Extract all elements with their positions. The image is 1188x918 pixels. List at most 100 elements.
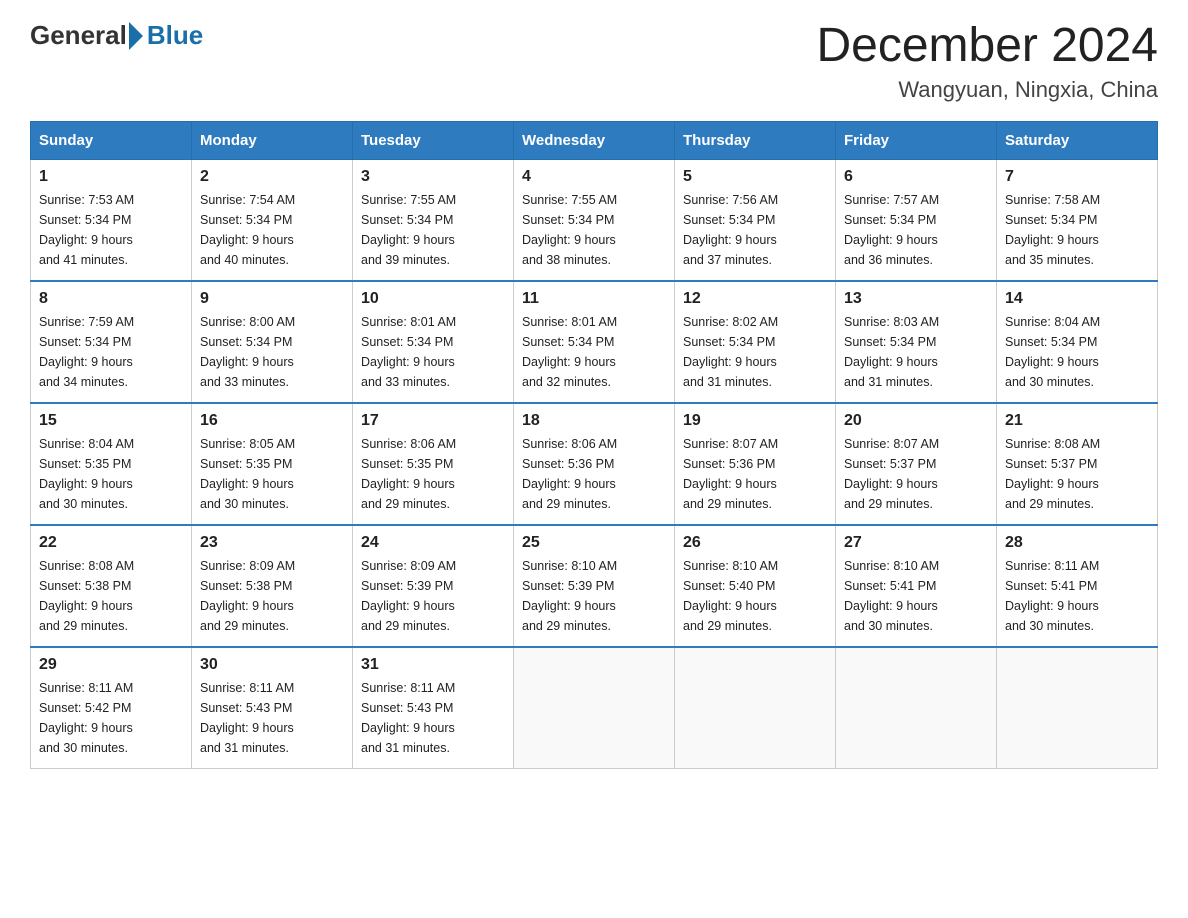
column-header-thursday: Thursday (675, 121, 836, 159)
calendar-cell: 11Sunrise: 8:01 AMSunset: 5:34 PMDayligh… (514, 281, 675, 403)
logo: General Blue (30, 20, 203, 51)
day-number: 13 (844, 290, 988, 308)
column-header-friday: Friday (836, 121, 997, 159)
calendar-cell (836, 647, 997, 769)
day-number: 4 (522, 168, 666, 186)
day-info: Sunrise: 8:10 AMSunset: 5:40 PMDaylight:… (683, 556, 827, 636)
calendar-subtitle: Wangyuan, Ningxia, China (816, 77, 1158, 103)
calendar-cell: 29 Sunrise: 8:11 AMSunset: 5:42 PMDayligh… (31, 647, 192, 769)
logo-general-text: General (30, 20, 127, 51)
day-number: 1 (39, 168, 183, 186)
day-number: 8 (39, 290, 183, 308)
day-info: Sunrise: 8:07 AMSunset: 5:37 PMDaylight:… (844, 434, 988, 514)
calendar-cell: 3 Sunrise: 7:55 AMSunset: 5:34 PMDaylight… (353, 159, 514, 281)
day-info: Sunrise: 8:11 AMSunset: 5:42 PMDaylight:… (39, 678, 183, 758)
day-info: Sunrise: 8:04 AMSunset: 5:35 PMDaylight:… (39, 434, 183, 514)
day-number: 2 (200, 168, 344, 186)
day-info: Sunrise: 8:03 AMSunset: 5:34 PMDaylight:… (844, 312, 988, 392)
day-number: 31 (361, 656, 505, 674)
day-info: Sunrise: 8:11 AMSunset: 5:41 PMDaylight:… (1005, 556, 1149, 636)
calendar-week-row: 1Sunrise: 7:53 AMSunset: 5:34 PMDaylight… (31, 159, 1158, 281)
day-number: 18 (522, 412, 666, 430)
calendar-week-row: 15 Sunrise: 8:04 AMSunset: 5:35 PMDayligh… (31, 403, 1158, 525)
column-header-tuesday: Tuesday (353, 121, 514, 159)
day-number: 19 (683, 412, 827, 430)
calendar-cell: 7Sunrise: 7:58 AMSunset: 5:34 PMDaylight… (997, 159, 1158, 281)
calendar-cell: 9 Sunrise: 8:00 AMSunset: 5:34 PMDaylight… (192, 281, 353, 403)
day-info: Sunrise: 7:57 AMSunset: 5:34 PMDaylight:… (844, 190, 988, 270)
calendar-cell (675, 647, 836, 769)
calendar-cell: 1Sunrise: 7:53 AMSunset: 5:34 PMDaylight… (31, 159, 192, 281)
calendar-cell: 2 Sunrise: 7:54 AMSunset: 5:34 PMDaylight… (192, 159, 353, 281)
day-number: 23 (200, 534, 344, 552)
calendar-week-row: 29 Sunrise: 8:11 AMSunset: 5:42 PMDayligh… (31, 647, 1158, 769)
calendar-table: SundayMondayTuesdayWednesdayThursdayFrid… (30, 121, 1158, 769)
column-header-sunday: Sunday (31, 121, 192, 159)
calendar-cell: 6 Sunrise: 7:57 AMSunset: 5:34 PMDaylight… (836, 159, 997, 281)
page-header: General Blue December 2024 Wangyuan, Nin… (30, 20, 1158, 103)
day-info: Sunrise: 8:11 AMSunset: 5:43 PMDaylight:… (361, 678, 505, 758)
day-number: 3 (361, 168, 505, 186)
calendar-cell: 23 Sunrise: 8:09 AMSunset: 5:38 PMDayligh… (192, 525, 353, 647)
day-info: Sunrise: 7:55 AMSunset: 5:34 PMDaylight:… (361, 190, 505, 270)
day-number: 6 (844, 168, 988, 186)
calendar-week-row: 8 Sunrise: 7:59 AMSunset: 5:34 PMDaylight… (31, 281, 1158, 403)
calendar-cell: 8 Sunrise: 7:59 AMSunset: 5:34 PMDaylight… (31, 281, 192, 403)
day-number: 14 (1005, 290, 1149, 308)
day-number: 16 (200, 412, 344, 430)
day-number: 30 (200, 656, 344, 674)
day-info: Sunrise: 8:09 AMSunset: 5:38 PMDaylight:… (200, 556, 344, 636)
day-number: 21 (1005, 412, 1149, 430)
calendar-title: December 2024 (816, 20, 1158, 73)
title-section: December 2024 Wangyuan, Ningxia, China (816, 20, 1158, 103)
day-number: 9 (200, 290, 344, 308)
day-number: 25 (522, 534, 666, 552)
calendar-week-row: 22 Sunrise: 8:08 AMSunset: 5:38 PMDayligh… (31, 525, 1158, 647)
day-info: Sunrise: 8:05 AMSunset: 5:35 PMDaylight:… (200, 434, 344, 514)
day-info: Sunrise: 8:08 AMSunset: 5:38 PMDaylight:… (39, 556, 183, 636)
day-info: Sunrise: 7:58 AMSunset: 5:34 PMDaylight:… (1005, 190, 1149, 270)
day-info: Sunrise: 8:10 AMSunset: 5:41 PMDaylight:… (844, 556, 988, 636)
day-number: 12 (683, 290, 827, 308)
day-info: Sunrise: 8:07 AMSunset: 5:36 PMDaylight:… (683, 434, 827, 514)
day-info: Sunrise: 8:06 AMSunset: 5:35 PMDaylight:… (361, 434, 505, 514)
calendar-cell: 31 Sunrise: 8:11 AMSunset: 5:43 PMDayligh… (353, 647, 514, 769)
day-info: Sunrise: 8:02 AMSunset: 5:34 PMDaylight:… (683, 312, 827, 392)
calendar-cell: 12 Sunrise: 8:02 AMSunset: 5:34 PMDayligh… (675, 281, 836, 403)
calendar-cell: 24 Sunrise: 8:09 AMSunset: 5:39 PMDayligh… (353, 525, 514, 647)
day-number: 24 (361, 534, 505, 552)
day-info: Sunrise: 8:01 AMSunset: 5:34 PMDaylight:… (361, 312, 505, 392)
calendar-cell (997, 647, 1158, 769)
day-info: Sunrise: 7:54 AMSunset: 5:34 PMDaylight:… (200, 190, 344, 270)
calendar-cell: 13 Sunrise: 8:03 AMSunset: 5:34 PMDayligh… (836, 281, 997, 403)
day-info: Sunrise: 7:59 AMSunset: 5:34 PMDaylight:… (39, 312, 183, 392)
calendar-cell: 22 Sunrise: 8:08 AMSunset: 5:38 PMDayligh… (31, 525, 192, 647)
day-number: 15 (39, 412, 183, 430)
day-info: Sunrise: 8:08 AMSunset: 5:37 PMDaylight:… (1005, 434, 1149, 514)
day-number: 10 (361, 290, 505, 308)
calendar-cell: 27Sunrise: 8:10 AMSunset: 5:41 PMDayligh… (836, 525, 997, 647)
day-number: 20 (844, 412, 988, 430)
day-number: 5 (683, 168, 827, 186)
column-header-monday: Monday (192, 121, 353, 159)
calendar-cell: 25 Sunrise: 8:10 AMSunset: 5:39 PMDayligh… (514, 525, 675, 647)
day-number: 17 (361, 412, 505, 430)
day-number: 29 (39, 656, 183, 674)
calendar-cell: 4 Sunrise: 7:55 AMSunset: 5:34 PMDaylight… (514, 159, 675, 281)
day-number: 26 (683, 534, 827, 552)
calendar-cell: 20 Sunrise: 8:07 AMSunset: 5:37 PMDayligh… (836, 403, 997, 525)
calendar-cell: 19 Sunrise: 8:07 AMSunset: 5:36 PMDayligh… (675, 403, 836, 525)
calendar-cell: 30 Sunrise: 8:11 AMSunset: 5:43 PMDayligh… (192, 647, 353, 769)
day-info: Sunrise: 8:10 AMSunset: 5:39 PMDaylight:… (522, 556, 666, 636)
calendar-cell: 15 Sunrise: 8:04 AMSunset: 5:35 PMDayligh… (31, 403, 192, 525)
calendar-cell: 5Sunrise: 7:56 AMSunset: 5:34 PMDaylight… (675, 159, 836, 281)
day-info: Sunrise: 8:00 AMSunset: 5:34 PMDaylight:… (200, 312, 344, 392)
day-info: Sunrise: 7:55 AMSunset: 5:34 PMDaylight:… (522, 190, 666, 270)
day-info: Sunrise: 8:04 AMSunset: 5:34 PMDaylight:… (1005, 312, 1149, 392)
column-header-wednesday: Wednesday (514, 121, 675, 159)
day-info: Sunrise: 8:09 AMSunset: 5:39 PMDaylight:… (361, 556, 505, 636)
calendar-cell: 26 Sunrise: 8:10 AMSunset: 5:40 PMDayligh… (675, 525, 836, 647)
day-number: 22 (39, 534, 183, 552)
day-number: 28 (1005, 534, 1149, 552)
day-info: Sunrise: 8:11 AMSunset: 5:43 PMDaylight:… (200, 678, 344, 758)
